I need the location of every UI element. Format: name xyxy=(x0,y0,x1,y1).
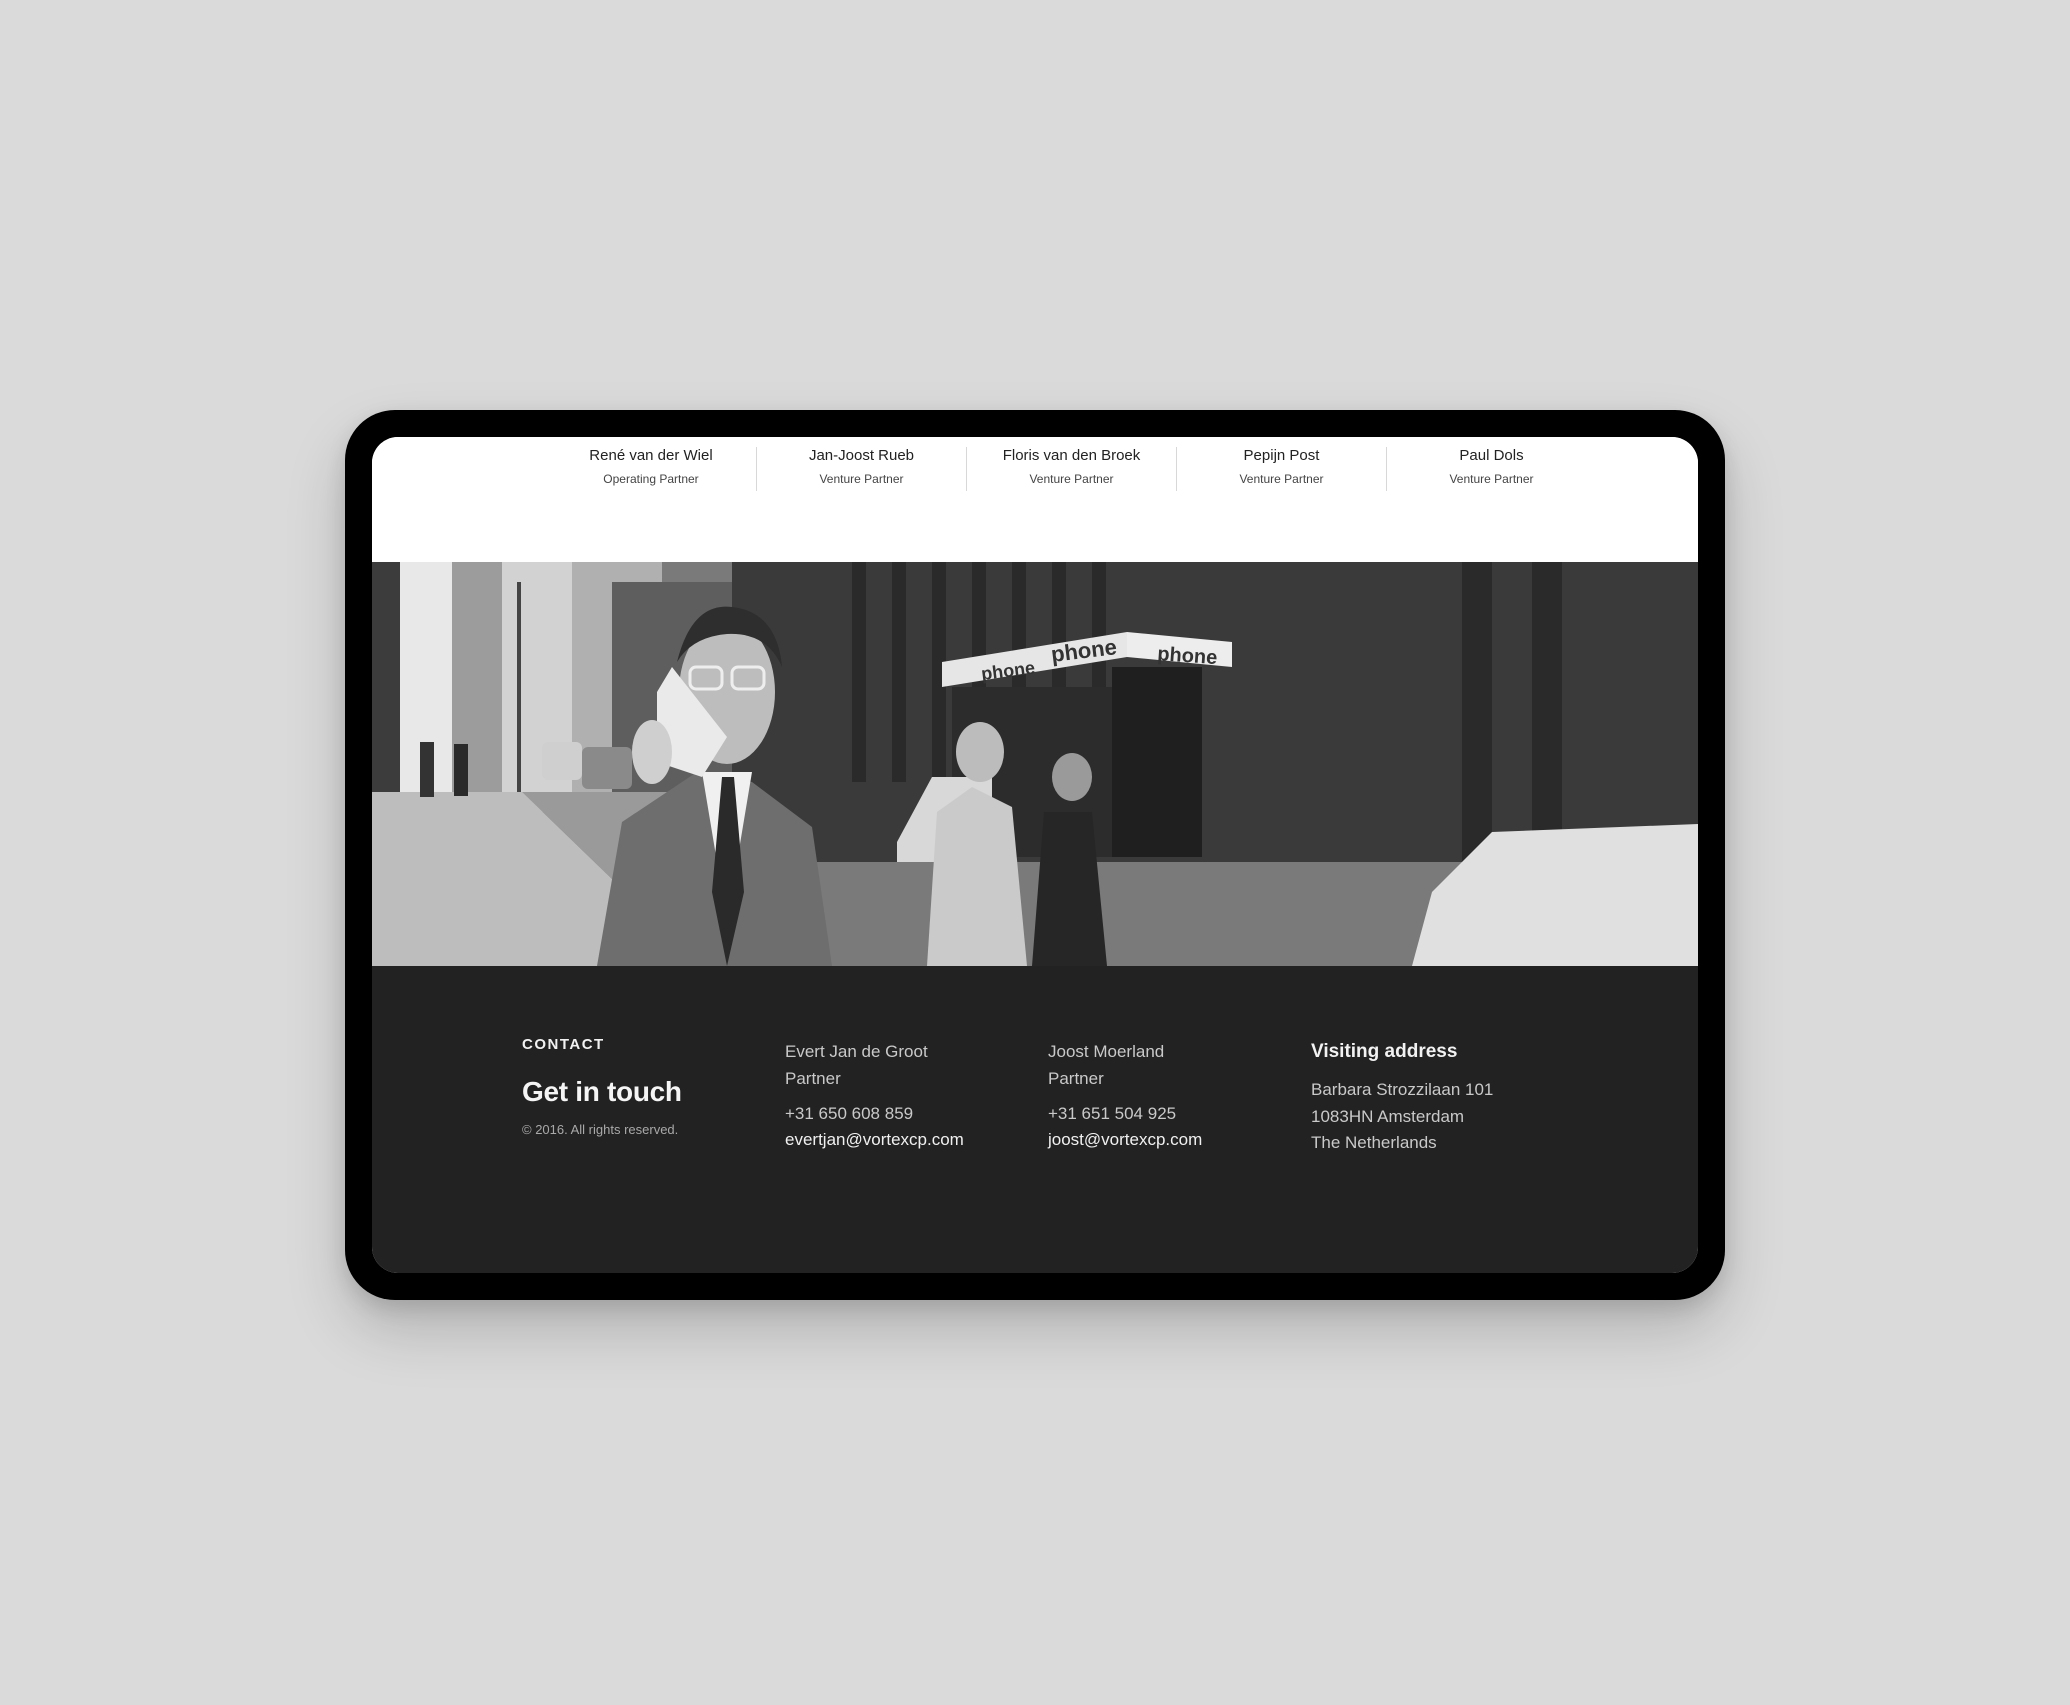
website-screen: René van der Wiel Operating Partner Jan-… xyxy=(372,437,1698,1273)
member-name: Paul Dols xyxy=(1459,447,1524,464)
member-name: René van der Wiel xyxy=(589,447,713,464)
street-photo-illustration: phone phone phone xyxy=(372,562,1698,966)
contact-role: Partner xyxy=(1048,1069,1104,1088)
car xyxy=(582,747,632,789)
team-member[interactable]: René van der Wiel Operating Partner xyxy=(546,447,756,491)
lamp-post xyxy=(517,582,521,792)
contact-phone-link[interactable]: +31 650 608 859 xyxy=(785,1104,913,1124)
member-role: Operating Partner xyxy=(603,472,699,486)
contact-name: Evert Jan de Groot xyxy=(785,1042,928,1061)
pedestrian xyxy=(420,742,434,797)
contact-email-link[interactable]: joost@vortexcp.com xyxy=(1048,1130,1202,1150)
contact-eyebrow: CONTACT xyxy=(522,1036,605,1053)
hero-photo: phone phone phone xyxy=(372,562,1698,966)
copyright-text: © 2016. All rights reserved. xyxy=(522,1122,679,1137)
man-hand xyxy=(632,720,672,784)
team-strip: René van der Wiel Operating Partner Jan-… xyxy=(372,437,1698,562)
member-name: Floris van den Broek xyxy=(1002,447,1141,464)
bystander-body xyxy=(927,787,1027,966)
car xyxy=(542,742,582,780)
woman-head xyxy=(1052,753,1092,801)
contact-email-link[interactable]: evertjan@vortexcp.com xyxy=(785,1130,964,1150)
member-name: Jan-Joost Rueb xyxy=(808,447,915,464)
team-member[interactable]: Jan-Joost Rueb Venture Partner xyxy=(756,447,966,491)
address-title: Visiting address xyxy=(1311,1041,1458,1062)
team-list: René van der Wiel Operating Partner Jan-… xyxy=(546,447,1596,491)
contact-headline: Get in touch xyxy=(522,1076,682,1107)
site-footer: CONTACT Get in touch © 2016. All rights … xyxy=(372,966,1698,1273)
team-member[interactable]: Paul Dols Venture Partner xyxy=(1386,447,1596,491)
member-role: Venture Partner xyxy=(1449,472,1534,486)
contact-phone-link[interactable]: +31 651 504 925 xyxy=(1048,1104,1176,1124)
contact-name: Joost Moerland xyxy=(1048,1042,1165,1061)
member-role: Venture Partner xyxy=(1029,472,1114,486)
team-member[interactable]: Pepijn Post Venture Partner xyxy=(1176,447,1386,491)
address-line: Barbara Strozzilaan 101 xyxy=(1311,1080,1494,1099)
member-name: Pepijn Post xyxy=(1243,447,1320,464)
booth-sign: phone xyxy=(1157,643,1218,669)
contact-role: Partner xyxy=(785,1069,841,1088)
tablet-device-frame: René van der Wiel Operating Partner Jan-… xyxy=(345,410,1725,1300)
address-line: 1083HN Amsterdam xyxy=(1311,1107,1465,1126)
address-line: The Netherlands xyxy=(1311,1133,1437,1152)
member-role: Venture Partner xyxy=(819,472,904,486)
team-member[interactable]: Floris van den Broek Venture Partner xyxy=(966,447,1176,491)
pedestrian xyxy=(454,744,468,796)
bystander-head xyxy=(956,722,1004,782)
member-role: Venture Partner xyxy=(1239,472,1324,486)
